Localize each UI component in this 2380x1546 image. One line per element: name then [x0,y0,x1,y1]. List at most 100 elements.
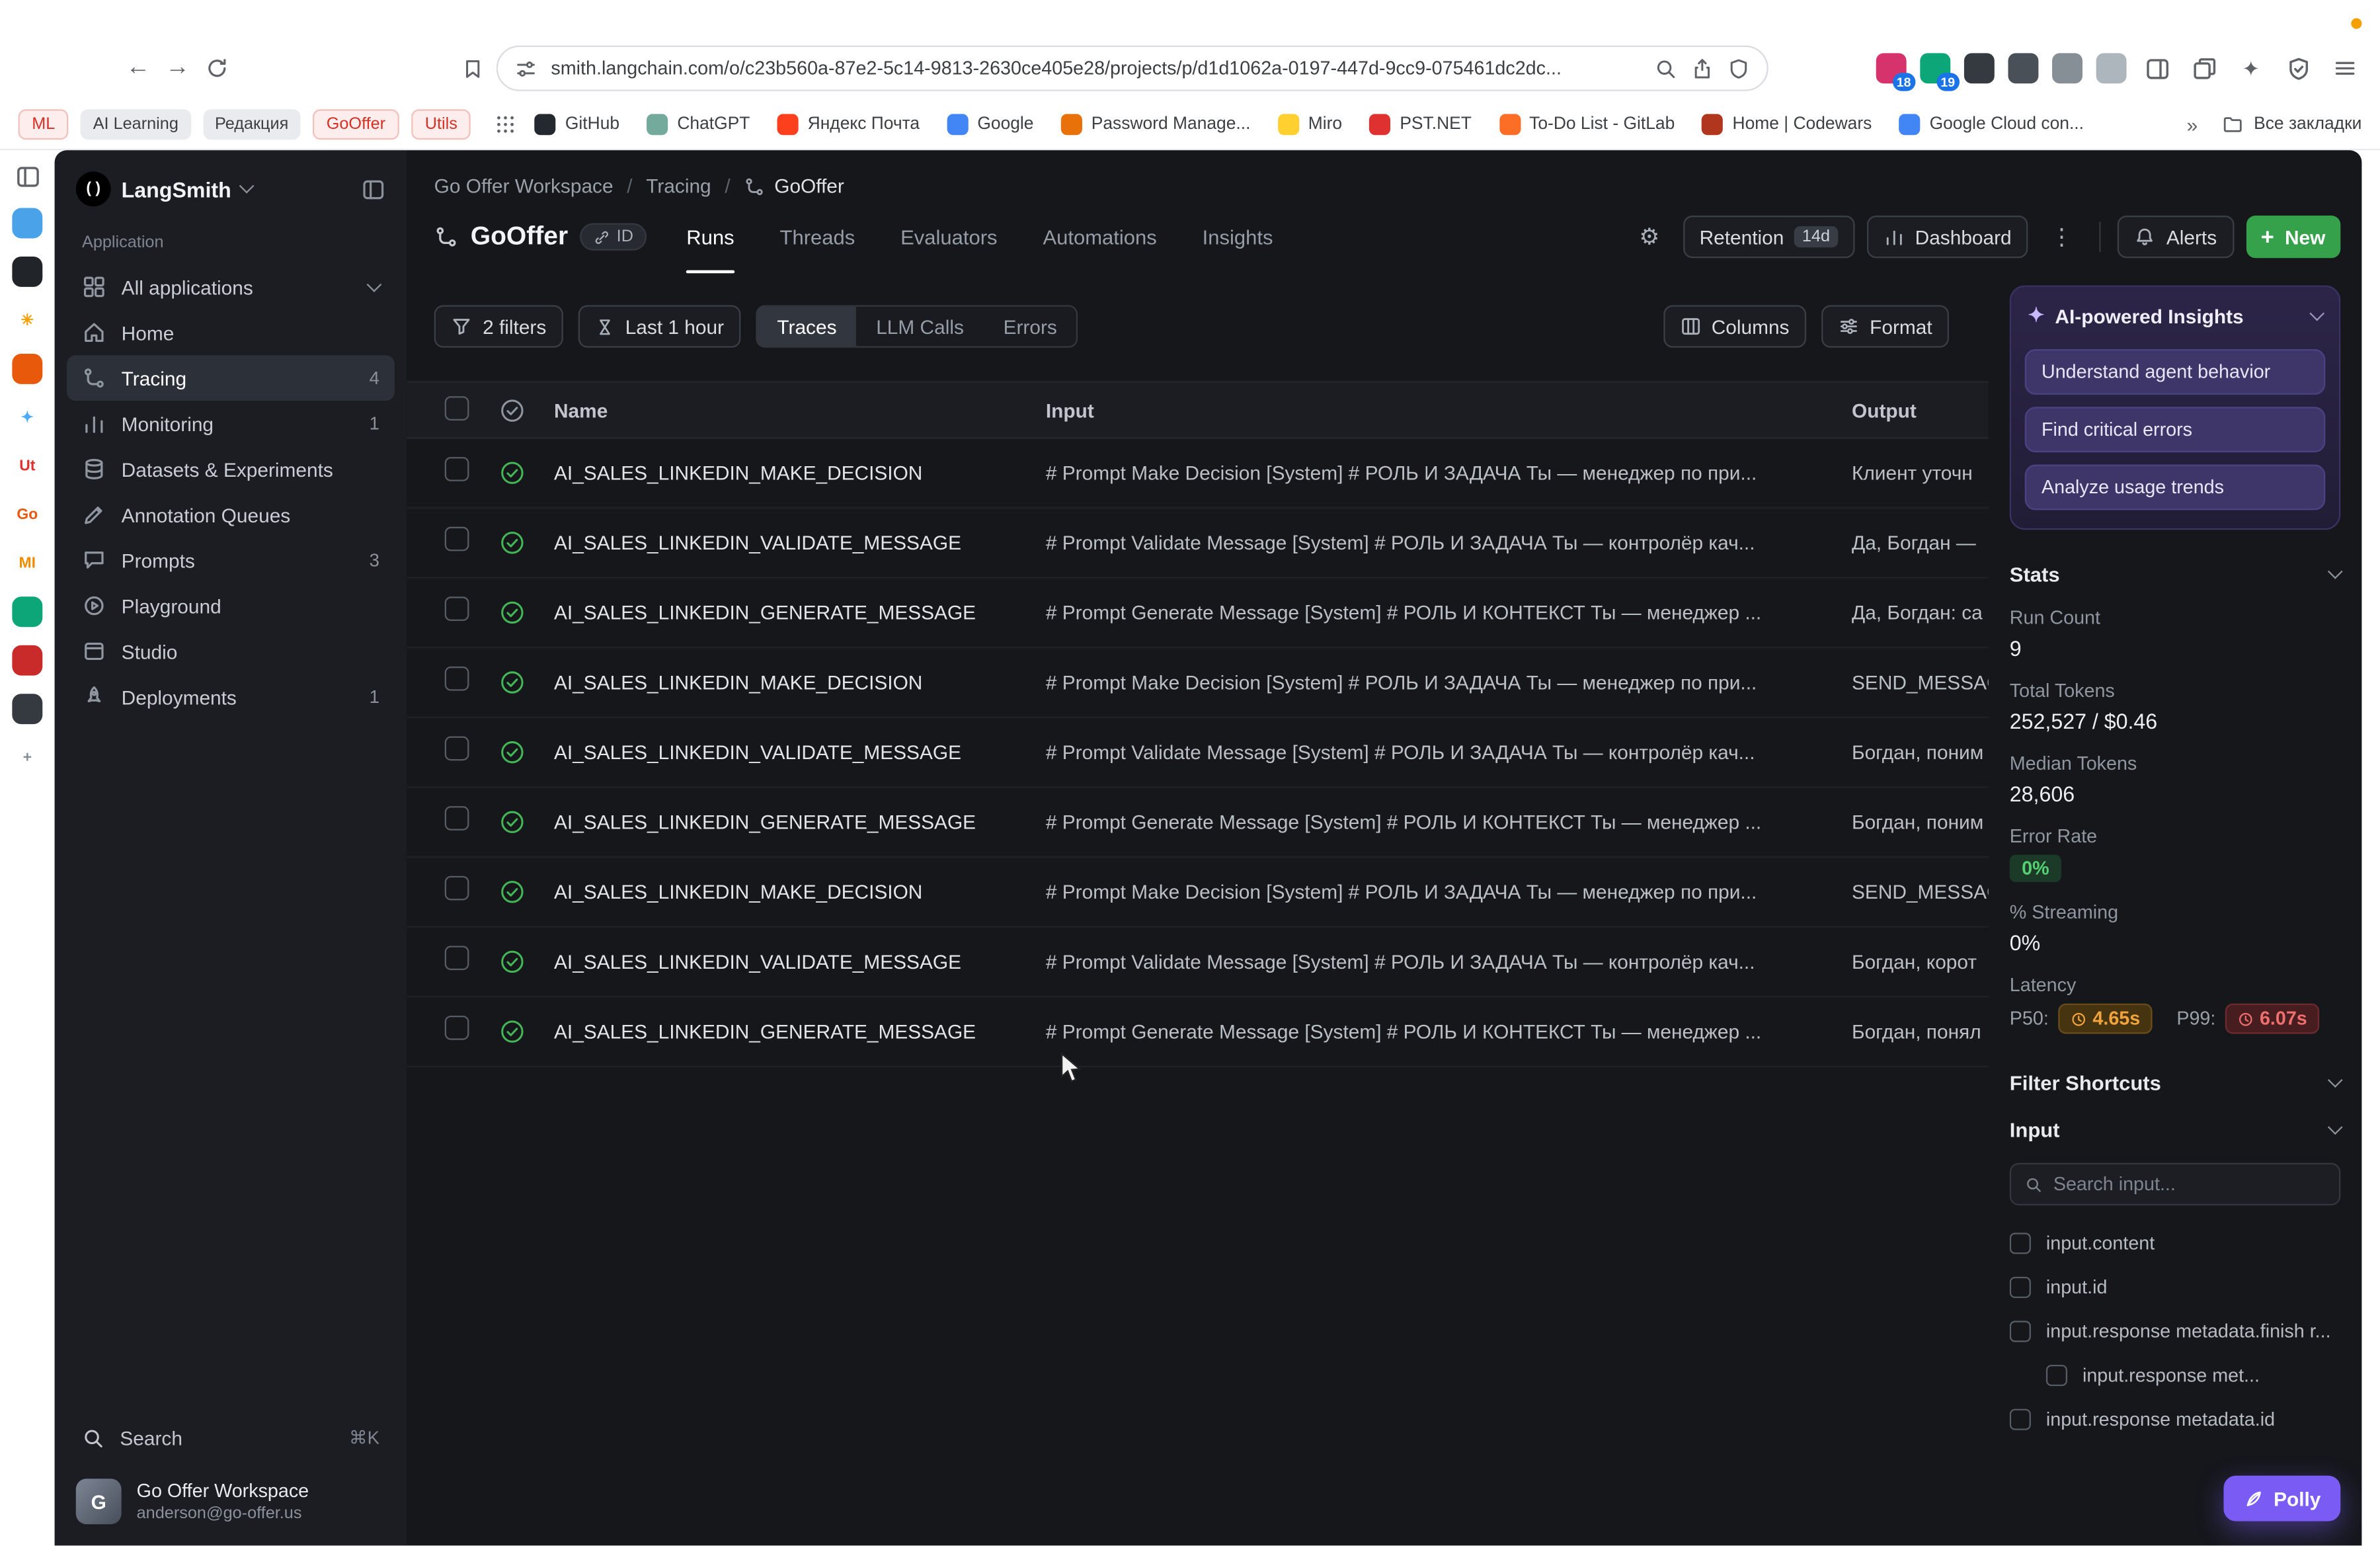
chevron-down-icon[interactable] [240,179,255,194]
sidebar-item-prompts[interactable]: Prompts 3 [67,538,395,583]
run-name[interactable]: AI_SALES_LINKEDIN_VALIDATE_MESSAGE [554,741,1046,763]
forward-button[interactable]: → [158,48,198,88]
row-checkbox[interactable] [445,806,469,831]
address-bar[interactable]: smith.langchain.com/o/c23b560a-87e2-5c14… [496,46,1768,91]
run-name[interactable]: AI_SALES_LINKEDIN_GENERATE_MESSAGE [554,811,1046,833]
table-row[interactable]: AI_SALES_LINKEDIN_VALIDATE_MESSAGE # Pro… [407,509,1988,579]
breadcrumb-tracing[interactable]: Tracing [646,175,711,197]
bookmark-item[interactable]: PST.NET [1369,114,1472,135]
input-filter-option[interactable]: input.response met... [2010,1353,2341,1397]
pinned-tab[interactable]: Ut [9,448,46,484]
pinned-tab[interactable]: Go [9,497,46,533]
sidebar-item-deployments[interactable]: Deployments 1 [67,674,395,719]
bookmark-item[interactable]: Яндекс Почта [777,114,920,135]
extension-icon[interactable] [2052,53,2082,83]
bookmark-item[interactable]: Home | Codewars [1702,114,1872,135]
run-name[interactable]: AI_SALES_LINKEDIN_GENERATE_MESSAGE [554,1020,1046,1043]
run-name[interactable]: AI_SALES_LINKEDIN_MAKE_DECISION [554,671,1046,694]
more-options-kebab[interactable]: ⋮ [2040,216,2082,258]
segment-option[interactable]: LLM Calls [856,307,983,346]
pinned-tab[interactable] [9,205,46,241]
bookmark-item[interactable]: Google Cloud con... [1899,114,2084,135]
run-name[interactable]: AI_SALES_LINKEDIN_VALIDATE_MESSAGE [554,950,1046,973]
select-all-checkbox[interactable] [445,395,469,420]
alerts-button[interactable]: Alerts [2118,216,2233,258]
bookmark-folder-chip[interactable]: GoOffer [313,109,399,140]
filters-button[interactable]: 2 filters [434,305,563,347]
bookmarks-overflow-chevron[interactable]: » [2187,113,2198,136]
langsmith-logo-text[interactable]: LangSmith [122,177,231,201]
table-row[interactable]: AI_SALES_LINKEDIN_GENERATE_MESSAGE # Pro… [407,788,1988,858]
bookmark-item[interactable]: Google [947,114,1033,135]
table-row[interactable]: AI_SALES_LINKEDIN_MAKE_DECISION # Prompt… [407,439,1988,509]
row-checkbox[interactable] [445,1016,469,1040]
project-id-badge[interactable]: ID [580,223,647,250]
option-checkbox[interactable] [2010,1232,2031,1253]
scrollbar-track[interactable] [2361,150,2380,1545]
windows-icon[interactable] [2187,52,2221,85]
reload-button[interactable] [197,48,237,88]
share-icon[interactable] [1691,57,1714,79]
option-checkbox[interactable] [2010,1408,2031,1429]
project-tab[interactable]: Insights [1203,200,1273,273]
sidebar-item-all-applications[interactable]: All applications [67,264,395,309]
bookmark-folder-chip[interactable]: AI Learning [81,109,190,140]
search-icon[interactable] [1655,57,1677,79]
pinned-tab[interactable] [9,594,46,630]
pinned-tab[interactable] [9,253,46,290]
extension-icon[interactable] [2096,53,2127,83]
collapse-sidebar-icon[interactable] [361,177,385,201]
run-name[interactable]: AI_SALES_LINKEDIN_VALIDATE_MESSAGE [554,532,1046,554]
format-button[interactable]: Format [1821,305,1949,347]
sidebar-item-tracing[interactable]: Tracing 4 [67,355,395,401]
extension-icon[interactable]: 19 [1920,53,1950,83]
insight-action-button[interactable]: Find critical errors [2025,407,2326,452]
input-search-box[interactable] [2010,1163,2341,1205]
table-row[interactable]: AI_SALES_LINKEDIN_MAKE_DECISION # Prompt… [407,858,1988,928]
project-tab[interactable]: Threads [780,200,855,273]
project-tab[interactable]: Runs [686,200,734,273]
bookmark-this-icon[interactable] [461,57,484,79]
pinned-tab[interactable]: MI [9,545,46,581]
highlight-icon[interactable]: ✦ [2235,52,2268,85]
stats-section-header[interactable]: Stats [2010,563,2341,586]
breadcrumb-workspace[interactable]: Go Offer Workspace [434,175,614,197]
column-header-input[interactable]: Input [1046,399,1852,421]
project-tab[interactable]: Evaluators [900,200,997,273]
bookmark-item[interactable]: GitHub [535,114,619,135]
sidebar-item-home[interactable]: Home [67,309,395,355]
polly-button[interactable]: Polly [2223,1476,2340,1522]
run-name[interactable]: AI_SALES_LINKEDIN_MAKE_DECISION [554,462,1046,484]
pinned-tab[interactable] [9,642,46,678]
insight-action-button[interactable]: Analyze usage trends [2025,465,2326,510]
table-row[interactable]: AI_SALES_LINKEDIN_VALIDATE_MESSAGE # Pro… [407,718,1988,788]
sidebar-item-studio[interactable]: Studio [67,629,395,674]
sidebar-search[interactable]: Search ⌘K [67,1415,395,1461]
option-checkbox[interactable] [2010,1320,2031,1341]
columns-button[interactable]: Columns [1663,305,1805,347]
bookmark-item[interactable]: To-Do List - GitLab [1499,114,1675,135]
run-name[interactable]: AI_SALES_LINKEDIN_GENERATE_MESSAGE [554,601,1046,624]
privacy-shield-icon[interactable] [2281,52,2315,85]
sidebar-item-datasets-experiments[interactable]: Datasets & Experiments [67,446,395,492]
sidebar-item-monitoring[interactable]: Monitoring 1 [67,401,395,446]
pinned-tab[interactable]: ✦ [9,399,46,436]
table-row[interactable]: AI_SALES_LINKEDIN_MAKE_DECISION # Prompt… [407,648,1988,718]
back-button[interactable]: ← [118,48,158,88]
bookmark-folder-chip[interactable]: ML [19,109,69,140]
bookmark-folder-chip[interactable]: Редакция [203,109,301,140]
workspace-switcher[interactable]: G Go Offer Workspace anderson@go-offer.u… [67,1461,395,1527]
input-filter-option[interactable]: input.response metadata.id [2010,1397,2341,1441]
breadcrumb-project[interactable]: GoOffer [744,175,844,197]
table-row[interactable]: AI_SALES_LINKEDIN_VALIDATE_MESSAGE # Pro… [407,928,1988,998]
menu-icon[interactable] [2328,52,2362,85]
input-search-field[interactable] [2053,1174,2326,1195]
project-tab[interactable]: Automations [1043,200,1156,273]
row-checkbox[interactable] [445,876,469,901]
input-filter-option[interactable]: input.response metadata.finish r... [2010,1309,2341,1353]
table-row[interactable]: AI_SALES_LINKEDIN_GENERATE_MESSAGE # Pro… [407,579,1988,649]
column-header-output[interactable]: Output [1852,399,1989,421]
pinned-tab[interactable] [9,691,46,727]
pinned-tab[interactable]: + [9,739,46,776]
pinned-tab[interactable] [9,350,46,387]
